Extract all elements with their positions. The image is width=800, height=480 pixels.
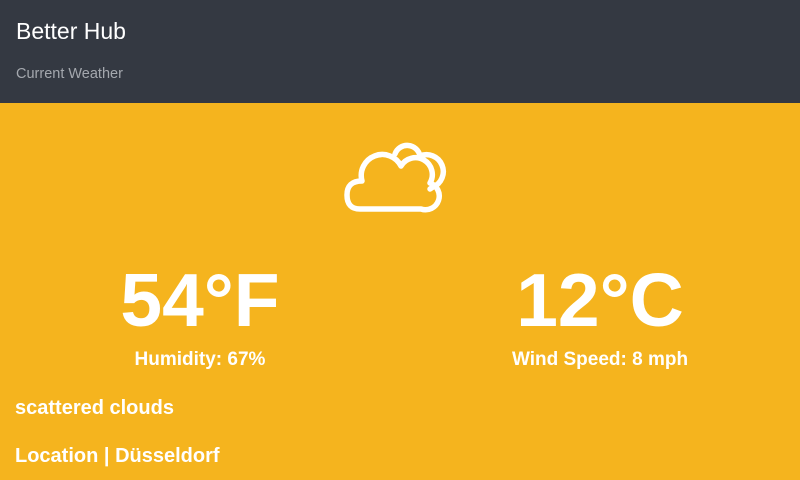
temperature-fahrenheit: 54°F	[120, 258, 280, 342]
location-separator: |	[103, 445, 110, 467]
scattered-clouds-icon	[344, 142, 447, 213]
humidity-readout: Humidity: 67%	[134, 349, 266, 370]
app-header: Better Hub Current Weather	[0, 0, 800, 103]
wind-speed-readout: Wind Speed: 8 mph	[511, 349, 689, 370]
location-line: Location | Düsseldorf	[15, 444, 220, 468]
location-name: Düsseldorf	[115, 445, 220, 467]
page-subtitle: Current Weather	[16, 66, 123, 82]
weather-panel: 54°F 12°C Humidity: 67% Wind Speed: 8 mp…	[0, 103, 800, 480]
weather-description: scattered clouds	[15, 397, 174, 419]
temperature-celsius: 12°C	[516, 258, 684, 342]
location-label: Location	[15, 445, 99, 467]
app-title: Better Hub	[16, 18, 126, 44]
